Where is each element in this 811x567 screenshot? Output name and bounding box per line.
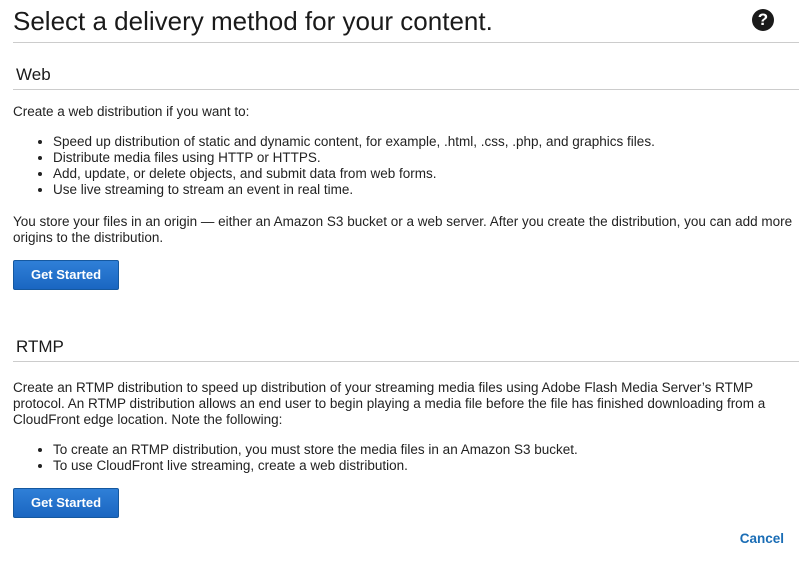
- page-title: Select a delivery method for your conten…: [13, 6, 493, 36]
- page-header: Select a delivery method for your conten…: [13, 0, 799, 43]
- list-item: Speed up distribution of static and dyna…: [53, 134, 799, 150]
- web-section-title: Web: [13, 62, 799, 90]
- list-item: Add, update, or delete objects, and subm…: [53, 166, 799, 182]
- web-section: Web Create a web distribution if you wan…: [13, 62, 799, 290]
- rtmp-intro-text: Create an RTMP distribution to speed up …: [13, 380, 766, 427]
- web-origin-text: You store your files in an origin — eith…: [13, 214, 793, 245]
- help-icon[interactable]: ?: [752, 9, 774, 31]
- web-intro-text: Create a web distribution if you want to…: [13, 104, 250, 119]
- rtmp-section: RTMP Create an RTMP distribution to spee…: [13, 334, 799, 518]
- delivery-method-page: Select a delivery method for your conten…: [13, 0, 799, 518]
- list-item: To create an RTMP distribution, you must…: [53, 442, 799, 458]
- web-feature-list: Speed up distribution of static and dyna…: [13, 134, 799, 198]
- rtmp-note-list: To create an RTMP distribution, you must…: [13, 442, 799, 474]
- list-item: Use live streaming to stream an event in…: [53, 182, 799, 198]
- list-item: To use CloudFront live streaming, create…: [53, 458, 799, 474]
- web-get-started-button[interactable]: Get Started: [13, 260, 119, 290]
- cancel-button[interactable]: Cancel: [740, 531, 784, 546]
- rtmp-section-title: RTMP: [13, 334, 799, 362]
- list-item: Distribute media files using HTTP or HTT…: [53, 150, 799, 166]
- rtmp-get-started-button[interactable]: Get Started: [13, 488, 119, 518]
